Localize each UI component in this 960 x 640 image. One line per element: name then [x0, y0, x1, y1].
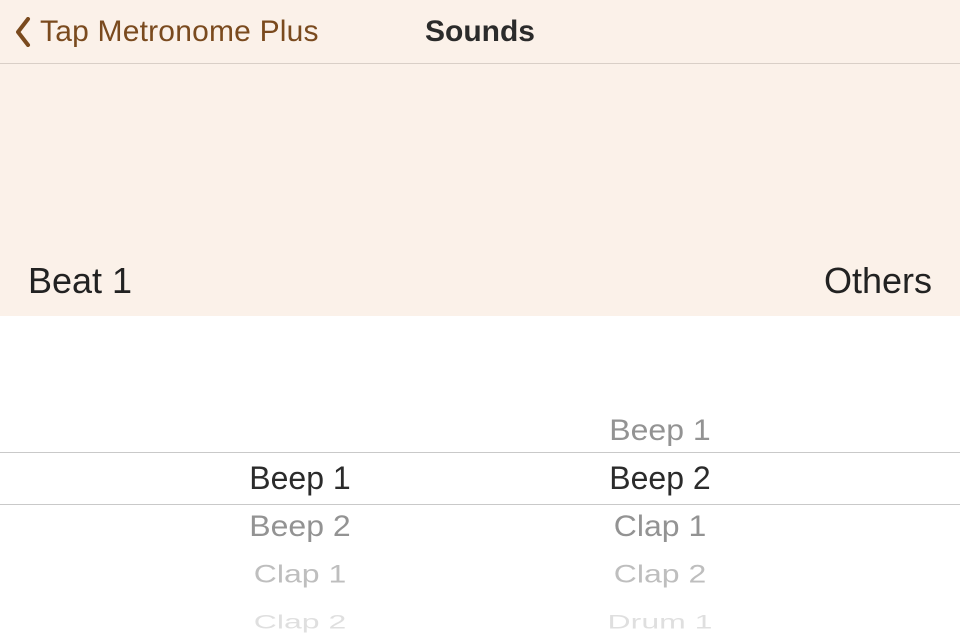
picker-column-others[interactable]: Beep 1 Beep 2 Clap 1 Clap 2 Drum 1	[550, 316, 770, 640]
subheader-area: Beat 1 Others	[0, 64, 960, 316]
picker-option[interactable]: Clap 2	[550, 562, 770, 587]
chevron-left-icon	[14, 17, 32, 47]
picker-column-beat1[interactable]: Beep 1 Beep 2 Clap 1 Clap 2	[190, 316, 410, 640]
navbar: Tap Metronome Plus Sounds	[0, 0, 960, 64]
picker-option[interactable]: Beep 2	[190, 511, 410, 540]
back-label: Tap Metronome Plus	[40, 15, 319, 49]
picker-option[interactable]: Clap 1	[550, 511, 770, 540]
picker-option[interactable]: Beep 2	[550, 462, 770, 494]
picker-area: Beep 1 Beep 2 Clap 1 Clap 2 Beep 1 Beep 2 Cla…	[0, 316, 960, 640]
picker-option[interactable]: Beep 1	[190, 462, 410, 494]
page-title: Sounds	[425, 15, 535, 49]
column-label-others: Others	[824, 260, 932, 302]
back-button[interactable]: Tap Metronome Plus	[0, 15, 319, 49]
picker-option[interactable]: Drum 1	[550, 612, 770, 631]
subheader-row: Beat 1 Others	[0, 260, 960, 302]
picker-option[interactable]: Clap 2	[190, 612, 410, 631]
picker-option[interactable]: Beep 1	[550, 415, 770, 444]
column-label-beat1: Beat 1	[28, 260, 132, 302]
picker-option[interactable]: Clap 1	[190, 562, 410, 587]
